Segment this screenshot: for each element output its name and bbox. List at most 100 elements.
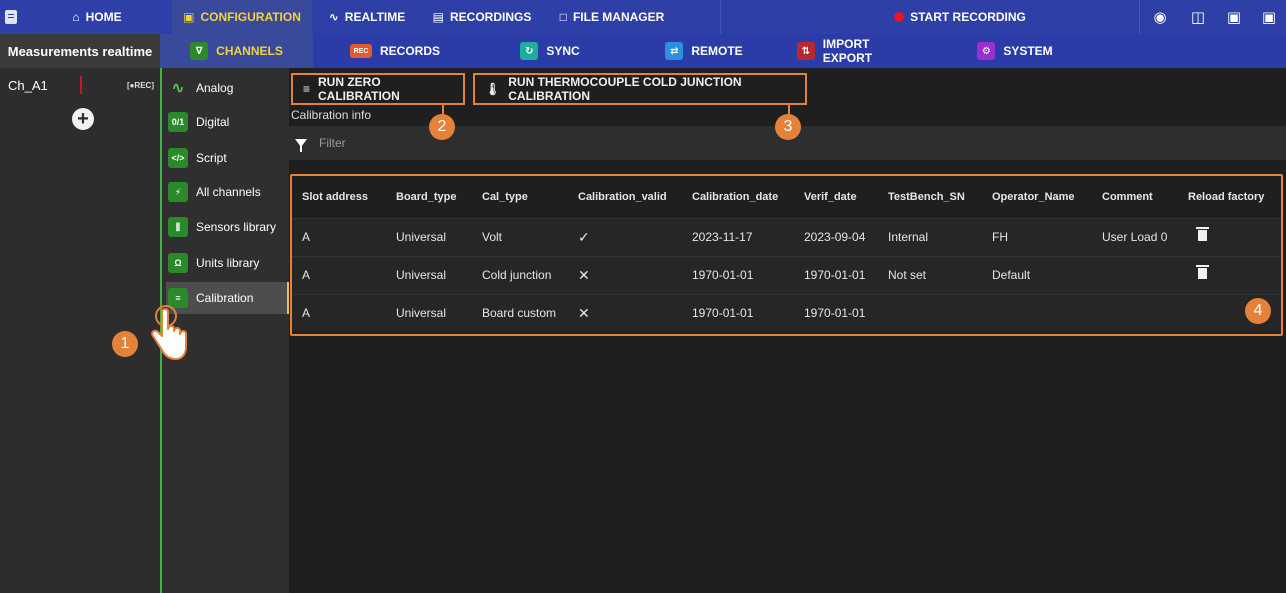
sidebar-item-label: Sensors library xyxy=(196,220,277,234)
top-navigation-bar: ⌂ HOME ▣ CONFIGURATION ∿ REALTIME ▤ RECO… xyxy=(0,0,1286,34)
sidebar-item-label: Calibration xyxy=(196,291,254,305)
cross-icon: ✕ xyxy=(568,293,682,332)
tab-recordings[interactable]: ▤ RECORDINGS xyxy=(422,0,542,34)
tab-sync[interactable]: ↻ SYNC xyxy=(515,34,585,68)
calibration-table: Slot address Board_type Cal_type Calibra… xyxy=(290,174,1283,336)
cell-board-type: Universal xyxy=(386,217,472,256)
cell-slot: A xyxy=(292,217,386,256)
trash-icon[interactable] xyxy=(1196,265,1209,279)
channel-name: Ch_A1 xyxy=(8,77,48,93)
column-header[interactable]: Calibration_valid xyxy=(568,176,682,218)
reload-factory-cell xyxy=(1178,255,1281,294)
tab-import-export[interactable]: ⇅ IMPORT EXPORT xyxy=(797,34,921,68)
gear-icon: ⚙ xyxy=(977,42,996,60)
calibration-main: ≡ RUN ZERO CALIBRATION 🌡 RUN THERMOCOUPL… xyxy=(289,68,1286,593)
cell-testbench-sn: Not set xyxy=(878,255,982,294)
cross-icon: ✕ xyxy=(568,255,682,294)
book-icon[interactable]: ◫ xyxy=(1180,0,1216,34)
calibration-info-label: Calibration info xyxy=(291,108,372,122)
lock-icon[interactable]: ▣ xyxy=(1252,0,1286,34)
tab-system-label: SYSTEM xyxy=(1003,44,1053,58)
cell-operator-name xyxy=(982,293,1092,332)
channels-panel: Ch_A1 [●REC] + xyxy=(0,68,160,593)
tab-channels-label: CHANNELS xyxy=(216,44,283,58)
calibration-sliders-icon: ≡ xyxy=(303,82,311,96)
realtime-icon: ∿ xyxy=(328,10,339,24)
tab-channels[interactable]: ∇ CHANNELS xyxy=(160,34,313,68)
column-header[interactable]: Calibration_date xyxy=(682,176,794,218)
tab-home[interactable]: ⌂ HOME xyxy=(22,0,172,34)
column-header[interactable]: Operator_Name xyxy=(982,176,1092,218)
tab-file-manager[interactable]: □ FILE MANAGER xyxy=(542,0,682,34)
cell-board-type: Universal xyxy=(386,255,472,294)
divider xyxy=(720,0,721,34)
tab-records-label: RECORDS xyxy=(379,44,440,58)
filter-input[interactable] xyxy=(319,136,519,150)
sidebar-item-sensors-library[interactable]: ⫼ Sensors library xyxy=(166,211,290,243)
cell-slot: A xyxy=(292,293,386,332)
run-thermocouple-calibration-label: RUN THERMOCOUPLE COLD JUNCTION CALIBRATI… xyxy=(508,75,742,103)
start-recording-label: START RECORDING xyxy=(910,10,1026,24)
filter-icon[interactable] xyxy=(295,139,307,152)
table-row[interactable]: A Universal Board custom ✕ 1970-01-01 19… xyxy=(292,293,1281,332)
sub-navigation-bar: Measurements realtime ∇ CHANNELS REC REC… xyxy=(0,34,1286,68)
config-icon: ▣ xyxy=(183,10,195,24)
start-recording-button[interactable]: START RECORDING xyxy=(850,0,1070,34)
app-menu-icon[interactable] xyxy=(0,0,22,34)
callout-badge-4: 4 xyxy=(1245,298,1271,324)
channel-item[interactable]: Ch_A1 [●REC] xyxy=(8,74,160,96)
tab-system[interactable]: ⚙ SYSTEM xyxy=(975,34,1055,68)
tab-configuration-label: CONFIGURATION xyxy=(200,10,301,24)
record-dot-icon xyxy=(894,12,905,22)
all-channels-icon: ⚡ xyxy=(168,182,188,202)
tab-remote[interactable]: ⇄ REMOTE xyxy=(664,34,744,68)
column-header[interactable]: Comment xyxy=(1092,176,1178,218)
column-header[interactable]: Board_type xyxy=(386,176,472,218)
tab-realtime-label: REALTIME xyxy=(344,10,406,24)
column-header[interactable]: Verif_date xyxy=(794,176,878,218)
sidebar-item-all-channels[interactable]: ⚡ All channels xyxy=(166,176,290,208)
units-icon: Ω xyxy=(168,253,188,273)
cell-cal-type: Cold junction xyxy=(472,255,568,294)
cell-slot: A xyxy=(292,255,386,294)
callout-badge-2: 2 xyxy=(429,114,455,140)
cell-verif-date: 2023-09-04 xyxy=(794,217,878,256)
tab-configuration[interactable]: ▣ CONFIGURATION xyxy=(172,0,312,34)
sidebar-item-analog[interactable]: ∿ Analog xyxy=(166,72,290,104)
run-zero-calibration-button[interactable]: ≡ RUN ZERO CALIBRATION xyxy=(291,73,465,105)
tab-import-export-label: IMPORT EXPORT xyxy=(822,37,873,65)
table-row[interactable]: A Universal Cold junction ✕ 1970-01-01 1… xyxy=(292,255,1281,294)
sidebar-item-units-library[interactable]: Ω Units library xyxy=(166,247,290,279)
cell-verif-date: 1970-01-01 xyxy=(794,293,878,332)
cell-cal-type: Volt xyxy=(472,217,568,256)
column-header[interactable]: TestBench_SN xyxy=(878,176,982,218)
toolbar-icons: ◉ ◫ ▣ ▣ xyxy=(1139,0,1286,34)
channel-rec-badge: [●REC] xyxy=(126,80,154,90)
sidebar-item-script[interactable]: </> Script xyxy=(166,142,290,174)
cell-testbench-sn xyxy=(878,293,982,332)
folder-icon: □ xyxy=(559,10,567,24)
remote-icon: ⇄ xyxy=(665,42,684,60)
sidebar-item-digital[interactable]: 0/1 Digital xyxy=(166,106,290,138)
cell-calibration-date: 1970-01-01 xyxy=(682,255,794,294)
column-header[interactable]: Reload factory xyxy=(1178,176,1281,218)
run-thermocouple-calibration-button[interactable]: 🌡 RUN THERMOCOUPLE COLD JUNCTION CALIBRA… xyxy=(473,73,807,105)
tab-records[interactable]: REC RECORDS xyxy=(350,34,440,68)
cell-calibration-date: 2023-11-17 xyxy=(682,217,794,256)
sidebar-item-label: Digital xyxy=(196,115,230,129)
lock-icon[interactable]: ▣ xyxy=(1216,0,1252,34)
column-header[interactable]: Slot address xyxy=(292,176,386,218)
add-channel-button[interactable]: + xyxy=(72,108,94,130)
table-row[interactable]: A Universal Volt ✓ 2023-11-17 2023-09-04… xyxy=(292,217,1281,256)
callout-badge-1: 1 xyxy=(112,331,138,357)
home-icon: ⌂ xyxy=(72,10,80,24)
camera-icon[interactable]: ◉ xyxy=(1140,0,1180,34)
tab-sync-label: SYNC xyxy=(546,44,580,58)
tab-realtime[interactable]: ∿ REALTIME xyxy=(312,0,422,34)
trash-icon[interactable] xyxy=(1196,227,1209,241)
column-header[interactable]: Cal_type xyxy=(472,176,568,218)
records-icon: REC xyxy=(350,44,372,58)
callout-badge-3: 3 xyxy=(775,114,801,140)
script-icon: </> xyxy=(168,148,188,168)
thermometer-icon: 🌡 xyxy=(485,82,501,96)
